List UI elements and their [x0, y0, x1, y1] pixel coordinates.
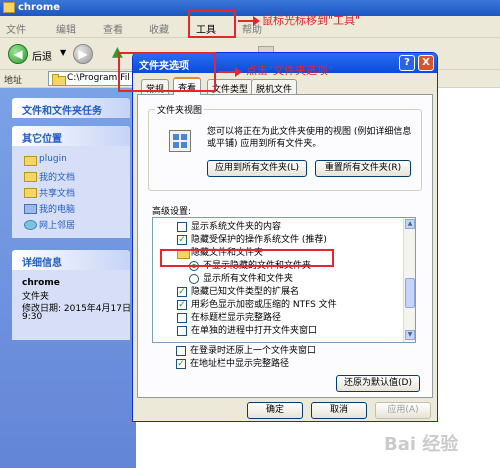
- checkbox[interactable]: ✓: [176, 359, 186, 369]
- folder-icon: [24, 186, 37, 198]
- view-tab-panel: 文件夹视图 您可以将正在为此文件夹使用的视图 (例如详细信息或平铺) 应用到所有…: [137, 94, 433, 398]
- checkbox[interactable]: [177, 313, 187, 323]
- computer-icon: [24, 202, 37, 214]
- radio-button[interactable]: [189, 274, 199, 284]
- place-network[interactable]: 网上邻居: [24, 218, 75, 231]
- setting-show-hidden[interactable]: 显示所有文件和文件夹: [153, 273, 403, 285]
- setting-label: 隐藏已知文件类型的扩展名: [191, 287, 300, 297]
- tools-note-arrow: [238, 16, 260, 26]
- folder-icon: [24, 170, 37, 182]
- options-note-arrow: [218, 67, 242, 77]
- menu-view[interactable]: 查看: [103, 21, 123, 36]
- setting-separate-process[interactable]: 在单独的进程中打开文件夹窗口: [153, 325, 403, 337]
- advanced-settings-label: 高级设置:: [152, 207, 192, 217]
- setting-restore-previous-windows[interactable]: 在登录时还原上一个文件夹窗口: [176, 345, 426, 357]
- file-tasks-header[interactable]: 文件和文件夹任务: [12, 98, 130, 118]
- details-time: 9:30: [22, 312, 43, 322]
- checkbox[interactable]: [177, 326, 187, 336]
- setting-label: 隐藏受保护的操作系统文件 (推荐): [191, 235, 327, 245]
- place-my-documents[interactable]: 我的文档: [24, 170, 75, 183]
- tools-note: 鼠标光标移到"工具": [262, 14, 361, 27]
- checkbox[interactable]: ✓: [177, 287, 187, 297]
- back-button-label[interactable]: 后退: [32, 48, 52, 63]
- forward-icon[interactable]: ▶: [73, 44, 93, 64]
- setting-label: 在地址栏中显示完整路径: [190, 359, 290, 369]
- setting-color-ntfs[interactable]: ✓ 用彩色显示加密或压缩的 NTFS 文件: [153, 299, 403, 311]
- place-label: 我的电脑: [39, 205, 76, 215]
- details-header[interactable]: 详细信息: [12, 250, 130, 270]
- setting-show-system-folder-contents[interactable]: 显示系统文件夹的内容: [153, 221, 403, 233]
- advanced-settings-list[interactable]: 显示系统文件夹的内容 ✓ 隐藏受保护的操作系统文件 (推荐) 隐藏文件和文件夹 …: [152, 217, 416, 343]
- place-label: 共享文档: [39, 189, 76, 199]
- setting-label: 用彩色显示加密或压缩的 NTFS 文件: [191, 300, 337, 310]
- scrollbar-thumb[interactable]: [405, 278, 415, 308]
- folder-view-label: 文件夹视图: [155, 103, 205, 116]
- checkbox[interactable]: ✓: [177, 300, 187, 310]
- setting-label: 在单独的进程中打开文件夹窗口: [191, 326, 318, 336]
- watermark: Bai 经验: [384, 434, 459, 455]
- details-name: chrome: [22, 278, 60, 288]
- other-places-title: 其它位置: [22, 134, 62, 145]
- place-label: 我的文档: [39, 173, 76, 183]
- scroll-up-icon[interactable]: ▲: [405, 219, 415, 229]
- place-label: 网上邻居: [39, 221, 76, 231]
- other-places-header[interactable]: 其它位置: [12, 126, 130, 146]
- menu-edit[interactable]: 编辑: [56, 21, 76, 36]
- task-pane: 文件和文件夹任务 其它位置 plugin 我的文档 共享文档 我的电脑 网上邻居…: [0, 88, 136, 468]
- details-title: 详细信息: [22, 258, 62, 269]
- scroll-down-icon[interactable]: ▼: [405, 330, 415, 340]
- reset-all-folders-button[interactable]: 重置所有文件夹(R): [315, 160, 411, 177]
- setting-hide-protected-os-files[interactable]: ✓ 隐藏受保护的操作系统文件 (推荐): [153, 234, 403, 246]
- settings-scrollbar[interactable]: ▲ ▼: [403, 218, 415, 342]
- setting-label: 显示所有文件和文件夹: [203, 274, 294, 284]
- setting-label: 在登录时还原上一个文件夹窗口: [190, 346, 317, 356]
- tab-offline-files[interactable]: 脱机文件: [251, 79, 298, 95]
- chevron-down-icon[interactable]: ▼: [60, 48, 66, 57]
- back-icon[interactable]: ◀: [8, 44, 28, 64]
- setting-label: 在标题栏显示完整路径: [191, 313, 282, 323]
- folder-icon: [3, 2, 15, 13]
- checkbox[interactable]: ✓: [177, 235, 187, 245]
- setting-full-path-title[interactable]: 在标题栏显示完整路径: [153, 312, 403, 324]
- close-button[interactable]: X: [418, 55, 434, 71]
- folder-view-group: 文件夹视图 您可以将正在为此文件夹使用的视图 (例如详细信息或平铺) 应用到所有…: [148, 103, 422, 191]
- file-tasks-title: 文件和文件夹任务: [22, 106, 102, 117]
- folder-view-icon: [169, 130, 191, 152]
- folder-options-dialog: 文件夹选项 ? X 常规 文件夹视图 您可以将正在为此文件夹使用的视图 (例如详…: [132, 52, 438, 422]
- checkbox[interactable]: [177, 222, 187, 232]
- window-title: chrome: [18, 2, 61, 13]
- tools-menu-highlight: [188, 10, 236, 38]
- place-label: plugin: [39, 154, 67, 164]
- checkbox[interactable]: [176, 346, 186, 356]
- folder-icon: [52, 74, 66, 85]
- help-button[interactable]: ?: [399, 55, 415, 71]
- hide-extensions-highlight: [160, 249, 334, 267]
- place-my-computer[interactable]: 我的电脑: [24, 202, 75, 215]
- place-plugin[interactable]: plugin: [24, 154, 67, 166]
- setting-hide-known-extensions[interactable]: ✓ 隐藏已知文件类型的扩展名: [153, 286, 403, 298]
- folder-icon: [24, 154, 37, 166]
- window-titlebar: chrome: [0, 0, 500, 16]
- menu-file[interactable]: 文件: [6, 21, 26, 36]
- apply-to-all-folders-button[interactable]: 应用到所有文件夹(L): [207, 160, 307, 177]
- menu-favorites[interactable]: 收藏: [149, 21, 169, 36]
- folder-view-description: 您可以将正在为此文件夹使用的视图 (例如详细信息或平铺) 应用到所有文件夹。: [207, 127, 412, 149]
- restore-defaults-button[interactable]: 还原为默认值(D): [336, 375, 420, 392]
- setting-label: 显示系统文件夹的内容: [191, 222, 282, 232]
- place-shared-documents[interactable]: 共享文档: [24, 186, 75, 199]
- ok-button[interactable]: 确定: [247, 402, 303, 419]
- cancel-button[interactable]: 取消: [311, 402, 367, 419]
- options-note: 点击"文件夹选项": [246, 64, 334, 77]
- folder-options-highlight: [118, 52, 216, 92]
- apply-button[interactable]: 应用(A): [375, 402, 431, 419]
- setting-full-path-address[interactable]: ✓ 在地址栏中显示完整路径: [176, 358, 426, 370]
- network-icon: [24, 218, 37, 230]
- address-label: 地址: [4, 76, 23, 86]
